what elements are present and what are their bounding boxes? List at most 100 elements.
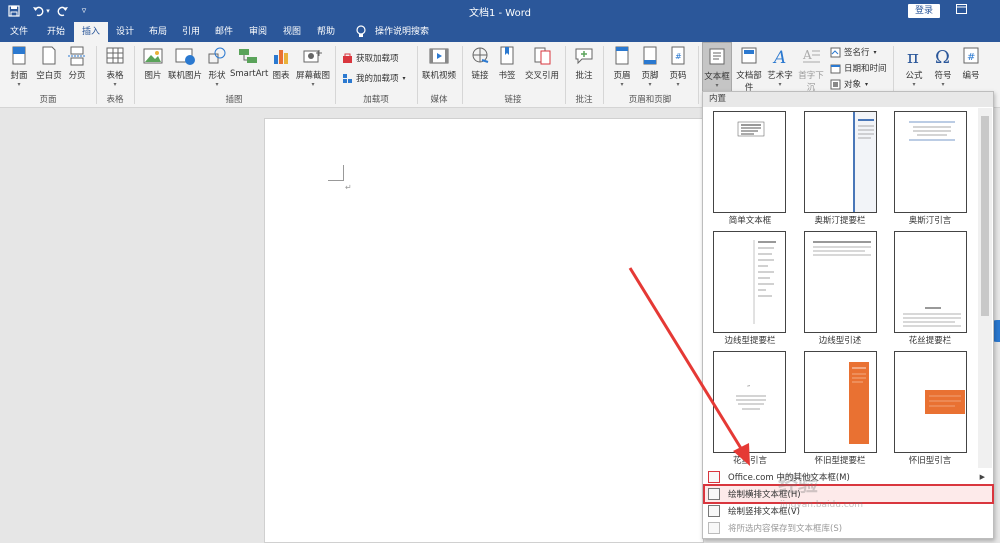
tab-insert[interactable]: 插入 [74,22,108,42]
table-label: 表格 [106,71,124,81]
wordart-button[interactable]: A 艺术字 ▾ [766,46,794,88]
screenshot-button[interactable]: 屏幕截图 ▾ [294,46,332,88]
textbox-thumb-sideline-quote[interactable] [804,231,877,333]
svg-text:A: A [802,48,812,62]
undo-dropdown-icon[interactable]: ▾ [44,3,52,19]
paragraph-mark: ↵ [345,183,352,192]
textbox-thumb-austin-quote[interactable] [894,111,967,213]
textbox-button[interactable]: 文本框 ▾ [702,42,732,92]
lightbulb-icon [356,25,366,37]
equation-label: 公式 [905,71,923,81]
my-addins-button[interactable]: 我的加载项 ▾ [342,72,406,84]
ribbon-display-icon[interactable] [952,2,970,20]
textbox-label-retro-sidebar: 怀旧型提要栏 [814,456,866,466]
tab-design[interactable]: 设计 [110,22,140,42]
online-video-label: 联机视频 [421,71,456,81]
quick-parts-label: 文档部件 [736,71,762,93]
tab-view[interactable]: 视图 [277,22,307,42]
textbox-thumb-filigree-sidebar[interactable] [894,231,967,333]
redo-icon[interactable] [55,3,71,19]
tab-layout[interactable]: 布局 [143,22,173,42]
picture-label: 图片 [144,71,162,81]
menu-office-more-textboxes[interactable]: Office.com 中的其他文本框(M) ▶ [704,468,993,486]
tell-me-search[interactable]: 操作说明搜索 [372,22,432,42]
smartart-button[interactable]: SmartArt [230,46,269,79]
title-bar: ▾ ▿ 文档1 - Word 登录 [0,0,1000,22]
thumb-preview [753,240,776,324]
office-icon [708,471,720,483]
textbox-thumb-austin-sidebar[interactable] [804,111,877,213]
tab-home[interactable]: 开始 [40,22,72,42]
tab-mailings[interactable]: 邮件 [209,22,239,42]
cover-page-button[interactable]: 封面 ▾ [6,46,32,88]
thumb-preview [903,307,961,327]
bookmark-button[interactable]: 书签 [494,46,520,81]
page-number-button[interactable]: # 页码 ▾ [665,46,691,88]
bookmark-icon [500,46,514,65]
tab-review[interactable]: 审阅 [243,22,273,42]
omega-icon: Ω [935,47,950,66]
number-button[interactable]: # 编号 [958,46,984,81]
footer-button[interactable]: 页脚 ▾ [637,46,663,88]
picture-icon [143,48,163,64]
ribbon-tabs: 文件 开始 插入 设计 布局 引用 邮件 审阅 视图 帮助 操作说明搜索 [0,22,1000,42]
date-time-button[interactable]: 日期和时间 [830,62,887,74]
group-addins-label: 加载项 [363,95,389,105]
table-button[interactable]: 表格 ▾ [101,46,129,88]
online-picture-button[interactable]: 联机图片 [166,46,204,81]
shapes-label: 形状 [208,71,226,81]
scrollbar-thumb[interactable] [981,116,989,316]
watermark: 经验 [778,472,818,496]
tab-help[interactable]: 帮助 [311,22,341,42]
textbox-thumb-filigree-quote[interactable]: ” [713,351,786,453]
shapes-button[interactable]: 形状 ▾ [204,46,230,88]
menu-save-selection-to-gallery[interactable]: 将所选内容保存到文本框库(S) [704,519,993,537]
page-number-label: 页码 [669,71,687,81]
chart-button[interactable]: 图表 [268,46,294,81]
comment-button[interactable]: 批注 [570,46,598,81]
number-icon: # [963,47,979,64]
header-button[interactable]: 页眉 ▾ [609,46,635,88]
customize-icon[interactable]: ▿ [76,3,92,19]
document-page[interactable] [264,118,704,543]
object-button[interactable]: 对象 ▾ [830,78,868,90]
get-addins-button[interactable]: 获取加载项 [342,52,399,64]
cross-reference-button[interactable]: 交叉引用 [522,46,562,81]
textbox-label-austin-sidebar: 奥斯汀提要栏 [814,216,866,226]
smartart-label: SmartArt [230,69,269,79]
page-break-icon [68,46,86,66]
chevron-right-icon: ▶ [979,473,985,481]
picture-button[interactable]: 图片 [140,46,166,81]
signature-line-label: 签名行 [844,48,870,58]
save-gallery-icon [708,522,720,534]
page-break-label: 分页 [68,71,86,81]
equation-button[interactable]: π 公式 ▾ [899,46,929,88]
draw-textbox-icon [708,488,720,500]
symbol-button[interactable]: Ω 符号 ▾ [929,46,957,88]
header-label: 页眉 [613,71,631,81]
cross-reference-label: 交叉引用 [524,71,559,81]
textbox-thumb-retro-sidebar[interactable] [804,351,877,453]
textbox-thumb-simple[interactable] [713,111,786,213]
document-title: 文档1 - Word [468,8,532,19]
link-button[interactable]: 链接 [468,46,492,81]
drop-cap-button[interactable]: A 首字下沉 [795,46,827,93]
gallery-scrollbar[interactable] [978,108,992,468]
textbox-thumb-sideline-sidebar[interactable] [713,231,786,333]
login-button[interactable]: 登录 [908,4,940,18]
online-video-button[interactable]: 联机视频 [419,46,459,81]
pi-icon: π [907,47,919,66]
drop-cap-icon: A [802,48,820,63]
svg-text:#: # [675,52,682,61]
group-media-label: 媒体 [430,95,448,105]
page-break-button[interactable]: 分页 [64,46,90,81]
tab-references[interactable]: 引用 [176,22,206,42]
footer-icon [643,46,657,65]
group-links-label: 链接 [504,95,522,105]
save-icon[interactable] [6,3,22,19]
blank-page-button[interactable]: 空白页 [34,46,64,81]
tab-file[interactable]: 文件 [4,22,34,42]
signature-line-button[interactable]: 签名行 ▾ [830,46,877,58]
object-label: 对象 [844,80,862,90]
textbox-thumb-retro-quote[interactable] [894,351,967,453]
